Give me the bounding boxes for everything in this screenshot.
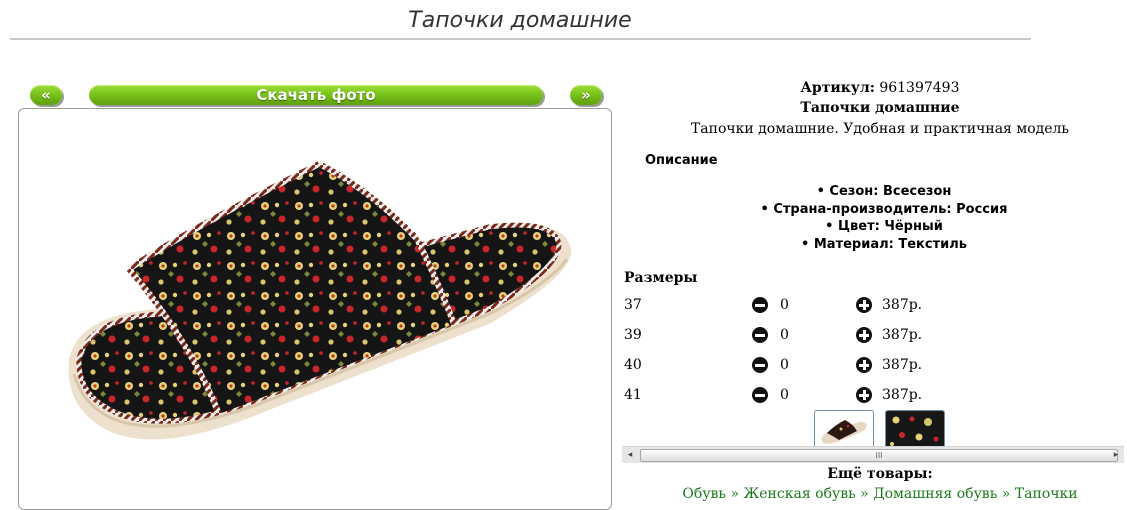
breadcrumb-separator: » (730, 486, 740, 502)
thumbnail-slipper[interactable] (814, 410, 874, 450)
price-value: 387р. (882, 387, 923, 403)
scrollbar-thumb[interactable]: III (640, 449, 1118, 462)
price-value: 387р. (882, 327, 923, 343)
breadcrumb-link[interactable]: Домашняя обувь (873, 486, 997, 502)
plus-icon[interactable] (856, 327, 872, 343)
breadcrumb: Обувь » Женская обувь » Домашняя обувь »… (622, 486, 1127, 502)
property-item: Страна-производитель: Россия (622, 201, 1127, 219)
size-row: 40 0 387р. (622, 355, 1122, 377)
product-short-description: Тапочки домашние. Удобная и практичная м… (690, 121, 1070, 137)
slipper-thumbnail (821, 420, 867, 444)
scroll-left-arrow-icon[interactable]: ◂ (622, 447, 638, 463)
plus-icon[interactable] (856, 297, 872, 313)
next-photo-button[interactable]: » (570, 85, 602, 105)
property-item: Материал: Текстиль (622, 236, 1127, 254)
size-value: 40 (624, 357, 642, 373)
description-heading: Описание (645, 153, 718, 168)
title-divider (10, 38, 1031, 40)
article-label: Артикул: (800, 80, 875, 96)
size-value: 41 (624, 387, 642, 403)
thumbnail-fabric[interactable] (885, 410, 945, 450)
prev-photo-button[interactable]: « (30, 85, 62, 105)
breadcrumb-separator: » (860, 486, 869, 502)
property-list: Сезон: Всесезон Страна-производитель: Ро… (622, 183, 1127, 253)
fabric-pattern-thumbnail (886, 411, 944, 449)
sizes-heading: Размеры (624, 270, 698, 286)
property-item: Сезон: Всесезон (622, 183, 1127, 201)
more-products-heading: Ещё товары: (827, 466, 933, 482)
breadcrumb-link[interactable]: Тапочки (1015, 486, 1078, 502)
slipper-photo (68, 161, 572, 440)
minus-icon[interactable] (752, 387, 768, 403)
plus-icon[interactable] (856, 387, 872, 403)
product-photo-frame (18, 108, 612, 510)
minus-icon[interactable] (752, 297, 768, 313)
price-value: 387р. (882, 297, 923, 313)
price-value: 387р. (882, 357, 923, 373)
minus-icon[interactable] (752, 327, 768, 343)
breadcrumb-link[interactable]: Женская обувь (744, 486, 856, 502)
article-line: Артикул: 961397493 (622, 80, 1127, 96)
size-row: 41 0 387р. (622, 385, 1122, 407)
plus-icon[interactable] (856, 357, 872, 373)
size-value: 37 (624, 297, 642, 313)
breadcrumb-separator: » (1001, 486, 1011, 502)
quantity-value: 0 (780, 297, 789, 313)
quantity-value: 0 (780, 327, 789, 343)
breadcrumb-link[interactable]: Обувь (682, 486, 726, 502)
download-photo-button[interactable]: Скачать фото (89, 85, 543, 105)
size-value: 39 (624, 327, 642, 343)
minus-icon[interactable] (752, 357, 768, 373)
page-title: Тапочки домашние (408, 8, 632, 33)
product-name: Тапочки домашние (800, 100, 960, 116)
scroll-right-arrow-icon[interactable]: ▸ (1108, 447, 1124, 463)
horizontal-scrollbar[interactable]: ◂ III ▸ (622, 446, 1124, 463)
size-row: 39 0 387р. (622, 325, 1122, 347)
quantity-value: 0 (780, 357, 789, 373)
property-item: Цвет: Чёрный (622, 218, 1127, 236)
size-row: 37 0 387р. (622, 295, 1122, 317)
article-value: 961397493 (879, 80, 960, 96)
quantity-value: 0 (780, 387, 789, 403)
